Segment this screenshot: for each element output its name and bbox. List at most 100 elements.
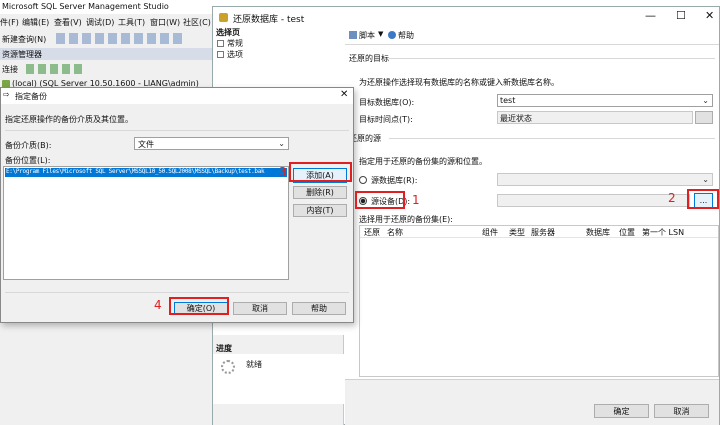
menu-tools[interactable]: 工具(T): [118, 17, 145, 28]
backup-location-label: 备份位置(L):: [5, 156, 51, 165]
settings-page-icon: [217, 51, 224, 58]
column-component[interactable]: 组件: [482, 227, 498, 238]
ssms-title: Microsoft SQL Server Management Studio: [2, 2, 169, 11]
toolbar-icons: [56, 33, 186, 44]
progress-status: 就绪: [246, 360, 262, 369]
backup-media-label: 备份介质(B):: [5, 141, 52, 150]
backupsets-grid[interactable]: 还原 名称 组件 类型 服务器 数据库 位置 第一个 LSN: [359, 225, 719, 377]
target-time-field[interactable]: 最近状态: [497, 111, 693, 124]
column-restore[interactable]: 还原: [364, 227, 380, 238]
database-restore-icon: [219, 13, 228, 22]
chevron-down-icon: ⌄: [278, 139, 285, 148]
close-icon[interactable]: ✕: [705, 9, 714, 22]
target-description: 为还原操作选择现有数据库的名称或键入新数据库名称。: [359, 78, 559, 87]
menu-view[interactable]: 查看(V): [54, 17, 82, 28]
menu-file[interactable]: 件(F): [0, 17, 19, 28]
column-server[interactable]: 服务器: [531, 227, 555, 238]
sidebar-header-label: 选择页: [216, 28, 240, 37]
remove-button[interactable]: 删除(R): [293, 186, 347, 199]
backup-dialog-titlebar: ⇨ 指定备份 ✕: [1, 88, 353, 104]
column-name[interactable]: 名称: [387, 227, 403, 238]
contents-button[interactable]: 内容(T): [293, 204, 347, 217]
script-button[interactable]: 脚本: [359, 30, 375, 41]
restore-title: 还原数据库 - test: [233, 15, 305, 25]
menu-edit[interactable]: 编辑(E): [22, 17, 49, 28]
backup-media-value: 文件: [138, 140, 154, 149]
annotation-box-browse: [687, 189, 719, 209]
column-position[interactable]: 位置: [619, 227, 635, 238]
backup-path-item[interactable]: E:\Program Files\Microsoft SQL Server\MS…: [5, 168, 287, 177]
source-db-label: 源数据库(R):: [371, 176, 418, 185]
new-query-button[interactable]: 新建查询(N): [2, 34, 46, 45]
backup-dialog-divider: [5, 130, 349, 131]
radio-icon: [359, 176, 367, 184]
maximize-icon[interactable]: ☐: [676, 9, 686, 22]
annotation-number-1: 1: [412, 193, 420, 207]
menu-window[interactable]: 窗口(W): [150, 17, 180, 28]
progress-spinner-icon: [221, 360, 235, 374]
target-db-value: test: [500, 96, 516, 105]
sidebar-item-options[interactable]: 选项: [213, 49, 344, 60]
backup-media-select[interactable]: 文件 ⌄: [134, 137, 289, 150]
column-type[interactable]: 类型: [509, 227, 525, 238]
annotation-box-ok: [169, 297, 229, 315]
annotation-box-add: [289, 162, 352, 182]
backup-footer-divider: [5, 292, 349, 293]
progress-header: 进度: [213, 343, 344, 354]
annotation-box-source-device: [355, 191, 405, 209]
close-icon[interactable]: ✕: [340, 89, 348, 100]
toolbar-divider: [345, 44, 719, 45]
settings-page-icon: [217, 40, 224, 47]
source-db-radio[interactable]: 源数据库(R):: [359, 174, 479, 186]
source-db-select[interactable]: ⌄: [497, 173, 713, 186]
object-explorer-header: 资源管理器: [0, 48, 215, 60]
backupsets-label: 选择用于还原的备份集(E):: [359, 215, 453, 224]
minimize-icon[interactable]: —: [645, 9, 656, 22]
backup-help-button[interactable]: 帮助: [292, 302, 346, 315]
restore-footer: 确定 取消: [345, 379, 719, 425]
explorer-toolbar-icons: [26, 64, 86, 74]
restore-toolbar: 脚本 ▼ 帮助: [345, 27, 719, 43]
script-icon: [349, 31, 357, 39]
chevron-down-icon: ⌄: [702, 96, 709, 105]
connect-button[interactable]: 连接: [2, 64, 18, 75]
sidebar-item-general-label: 常规: [227, 39, 243, 48]
restore-titlebar: 还原数据库 - test — ☐ ✕: [213, 7, 719, 27]
column-first-lsn[interactable]: 第一个 LSN: [642, 227, 684, 238]
progress-header-label: 进度: [216, 344, 232, 353]
progress-panel: 就绪: [213, 354, 344, 404]
target-db-select[interactable]: test ⌄: [497, 94, 713, 107]
menu-debug[interactable]: 调试(D): [86, 17, 114, 28]
source-device-field[interactable]: [497, 194, 690, 207]
ssms-toolbar: 新建查询(N): [0, 31, 215, 47]
annotation-number-2: 2: [668, 191, 676, 205]
restore-cancel-button[interactable]: 取消: [654, 404, 709, 418]
specify-backup-dialog: ⇨ 指定备份 ✕ 指定还原操作的备份介质及其位置。 备份介质(B): 文件 ⌄ …: [0, 87, 354, 323]
object-explorer-title: 资源管理器: [2, 50, 42, 59]
ssms-titlebar: Microsoft SQL Server Management Studio: [0, 0, 215, 14]
column-database[interactable]: 数据库: [586, 227, 610, 238]
help-icon: [388, 31, 396, 39]
backup-location-list[interactable]: E:\Program Files\Microsoft SQL Server\MS…: [3, 166, 289, 280]
backup-dialog-description: 指定还原操作的备份介质及其位置。: [5, 115, 133, 124]
sidebar-item-general[interactable]: 常规: [213, 38, 344, 49]
menu-community[interactable]: 社区(C): [183, 17, 211, 28]
backupsets-grid-header: 还原 名称 组件 类型 服务器 数据库 位置 第一个 LSN: [360, 226, 718, 238]
source-section-divider: [389, 138, 715, 139]
backup-cancel-button[interactable]: 取消: [233, 302, 287, 315]
object-explorer-toolbar: 连接: [0, 62, 215, 76]
target-time-browse-button[interactable]: [695, 111, 713, 124]
source-description: 指定用于还原的备份集的源和位置。: [359, 157, 487, 166]
chevron-down-icon[interactable]: ▼: [378, 30, 383, 38]
sidebar-item-options-label: 选项: [227, 50, 243, 59]
restore-ok-button[interactable]: 确定: [594, 404, 649, 418]
chevron-down-icon: ⌄: [702, 175, 709, 184]
annotation-number-4: 4: [154, 298, 162, 312]
target-section-divider: [389, 58, 715, 59]
sidebar-header: 选择页: [213, 27, 344, 38]
backup-dialog-title-icon: ⇨: [3, 90, 10, 99]
target-time-label: 目标时间点(T):: [359, 115, 413, 124]
help-button[interactable]: 帮助: [398, 30, 414, 41]
target-db-label: 目标数据库(O):: [359, 98, 415, 107]
target-time-value: 最近状态: [500, 114, 532, 123]
